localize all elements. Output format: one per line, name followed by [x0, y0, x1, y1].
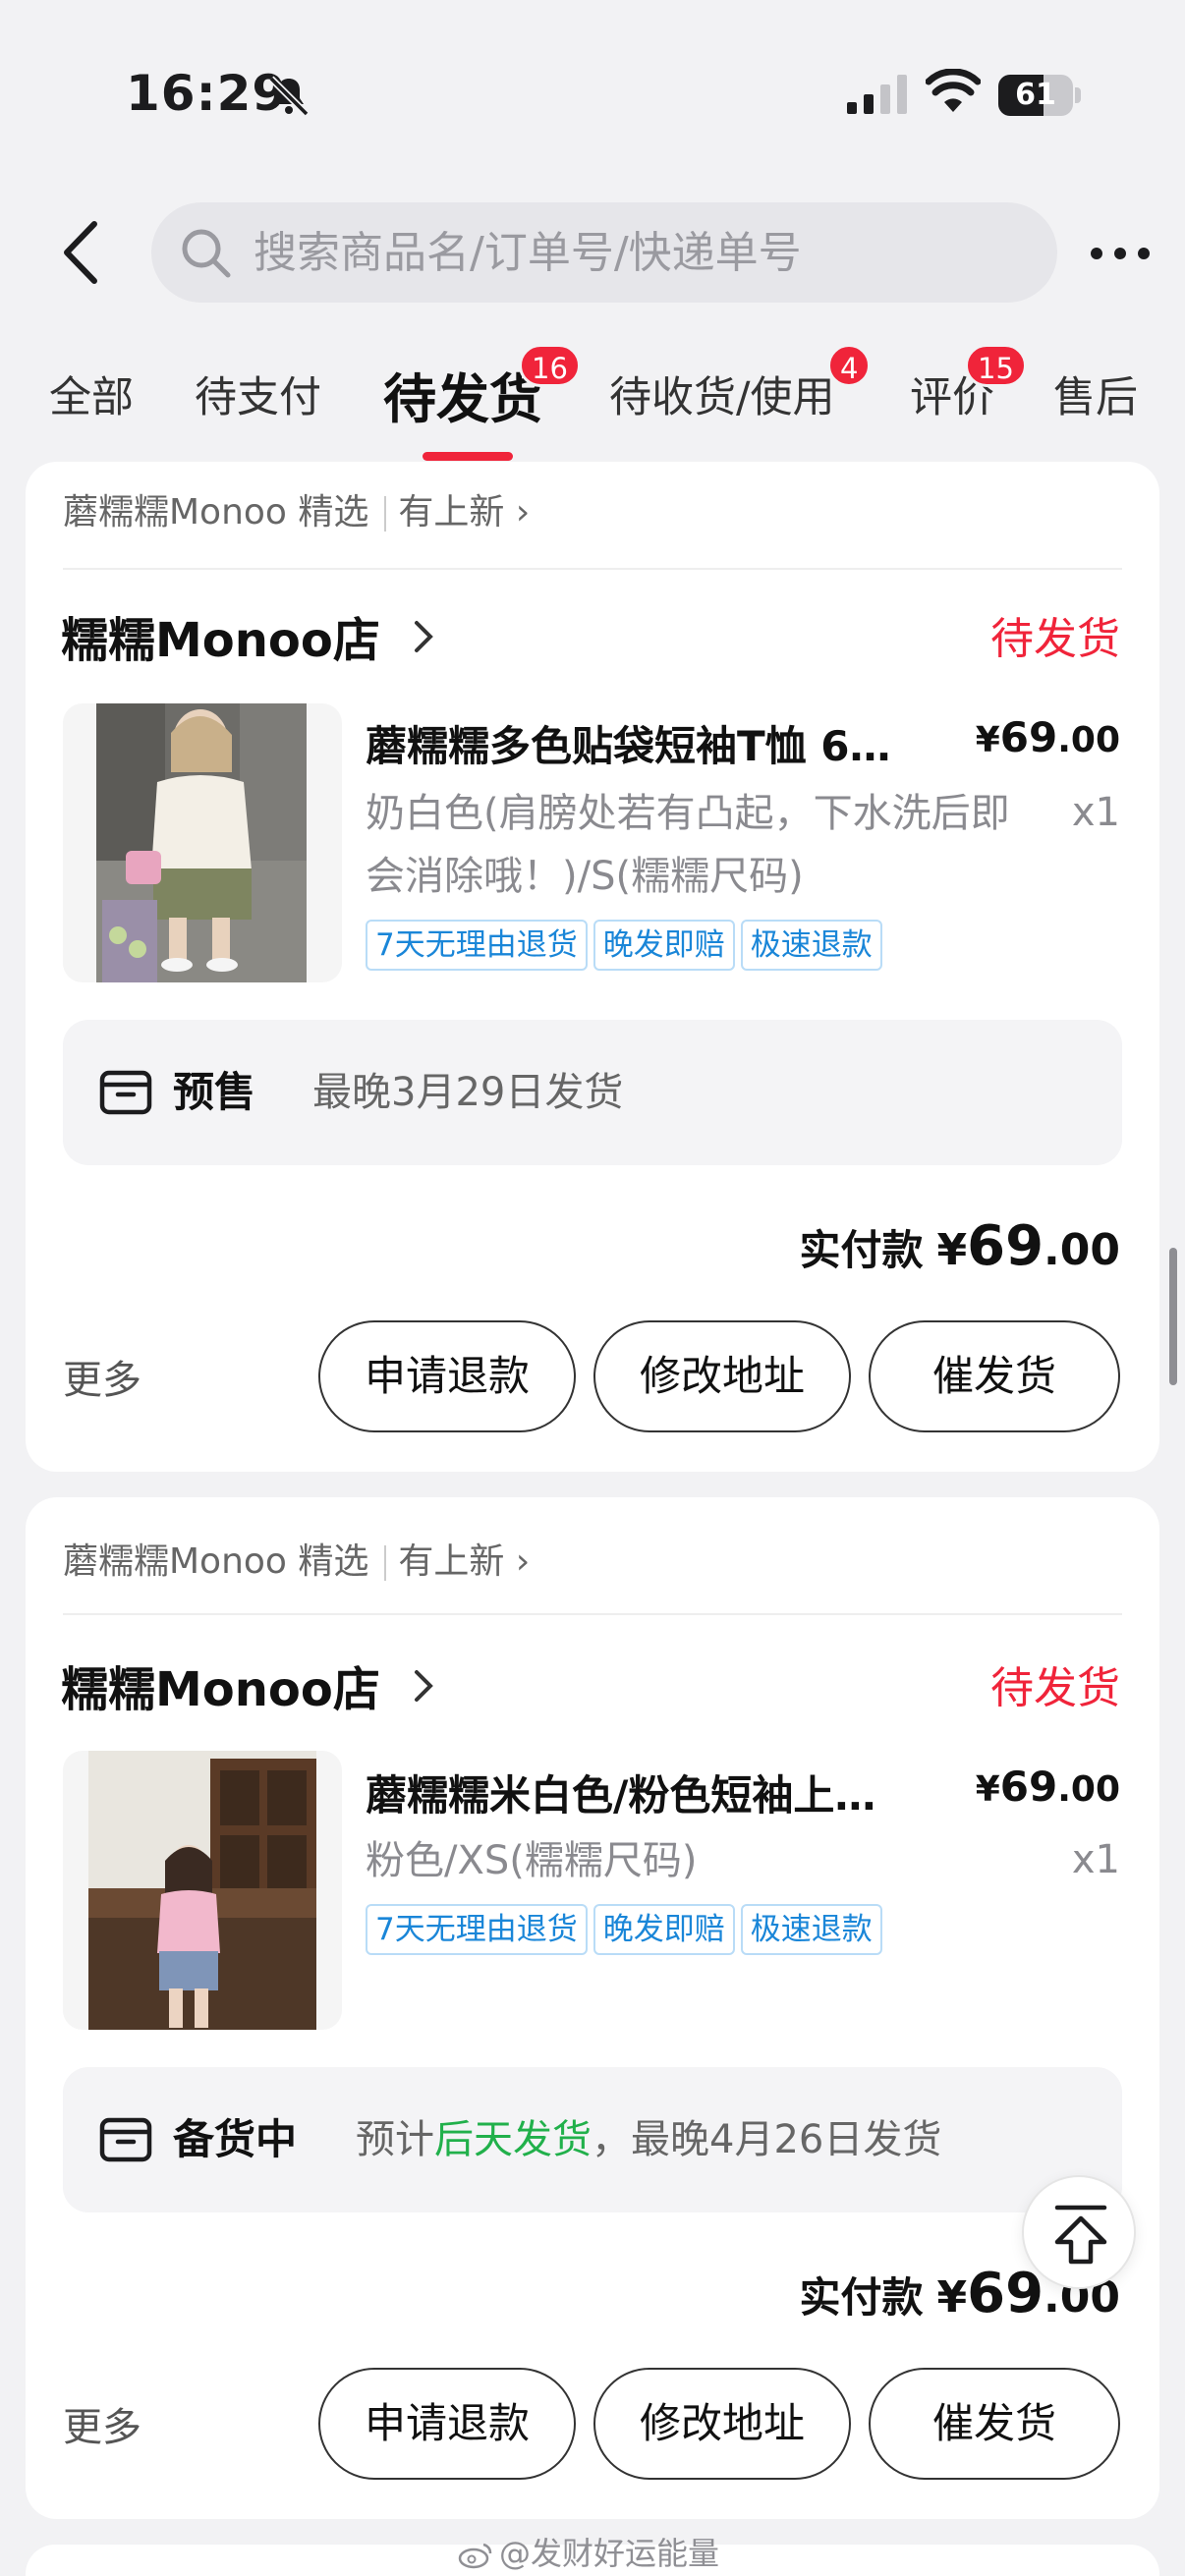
cellular-signal-icon — [847, 75, 907, 114]
service-tag: 极速退款 — [740, 1904, 882, 1955]
price-integer: 69 — [999, 1763, 1058, 1811]
tab-badge-reviews: 15 — [965, 344, 1027, 387]
shipping-info: 预售 最晚3月29日发货 — [63, 1020, 1122, 1165]
service-tag: 极速退款 — [740, 920, 882, 971]
service-tags: 7天无理由退货 晚发即赔 极速退款 — [366, 920, 888, 971]
brand-line[interactable]: 蘑糯糯Monoo 精选 有上新 › — [63, 1533, 530, 1584]
product-title[interactable]: 蘑糯糯多色贴袋短袖T恤 6… — [366, 713, 965, 773]
divider — [63, 1613, 1122, 1615]
total-currency: ¥ — [936, 2272, 968, 2323]
service-tag: 7天无理由退货 — [366, 920, 588, 971]
back-chevron-icon[interactable] — [57, 218, 106, 287]
shipping-info: 备货中 预计后天发货，最晚4月26日发货 — [63, 2067, 1122, 2212]
more-options-icon[interactable] — [1089, 246, 1152, 261]
bell-muted-icon — [268, 76, 310, 117]
shipping-text-highlight: 后天发货 — [434, 2117, 592, 2162]
shipping-label: 预售 — [173, 1068, 256, 1116]
total-currency: ¥ — [936, 1225, 968, 1275]
shop-name[interactable]: 糯糯Monoo店 — [61, 1651, 380, 1719]
active-tab-indicator — [423, 452, 513, 461]
divider — [63, 568, 1122, 570]
product-photo-icon — [88, 1751, 316, 2030]
chevron-right-icon[interactable] — [411, 1666, 436, 1706]
new-arrivals-link[interactable]: 有上新 — [398, 1541, 504, 1582]
price-decimal: .00 — [1057, 1769, 1120, 1810]
tab-all[interactable]: 全部 — [49, 364, 134, 424]
shipping-text-main: 最晚3月29日发货 — [312, 1070, 624, 1115]
change-address-button[interactable]: 修改地址 — [593, 1320, 851, 1432]
order-status: 待发货 — [990, 1663, 1120, 1713]
status-bar: 16:29 61 — [0, 0, 1185, 187]
product-price: ¥69.00 — [976, 713, 1120, 761]
shipping-text: 最晚3月29日发货 — [312, 1020, 623, 1165]
product-sku: 粉色/XS(糯糯尺码) — [366, 1838, 698, 1883]
request-refund-button[interactable]: 申请退款 — [318, 1320, 576, 1432]
shipping-text-tail: ，最晚4月26日发货 — [592, 2117, 942, 2162]
tab-badge-pending-shipment: 16 — [519, 344, 581, 387]
watermark: @发财好运能量 — [458, 2529, 719, 2574]
brand-name: 蘑糯糯Monoo 精选 — [63, 492, 369, 532]
brand-line[interactable]: 蘑糯糯Monoo 精选 有上新 › — [63, 483, 530, 534]
more-actions[interactable]: 更多 — [63, 1348, 141, 1405]
chevron-right-icon: › — [504, 492, 531, 532]
product-image[interactable] — [63, 703, 342, 982]
product-quantity: x1 — [1071, 1837, 1120, 1882]
order-card[interactable]: 蘑糯糯Monoo 精选 有上新 › 糯糯Monoo店 待发货 蘑糯糯多色贴袋短袖T… — [26, 462, 1159, 1472]
price-currency: ¥ — [975, 1769, 1000, 1810]
price-decimal: .00 — [1057, 720, 1120, 760]
more-actions[interactable]: 更多 — [63, 2395, 141, 2452]
price-integer: 69 — [999, 713, 1058, 761]
order-tabs: 全部 待支付 待发货 16 待收货/使用 4 评价 15 售后 — [0, 334, 1185, 462]
scrollbar[interactable] — [1169, 1248, 1177, 1385]
search-bar[interactable] — [151, 202, 1057, 303]
battery-indicator: 61 — [998, 75, 1081, 116]
tab-badge-pending-receipt: 4 — [827, 344, 872, 387]
service-tag: 晚发即赔 — [592, 1904, 735, 1955]
urge-shipment-button[interactable]: 催发货 — [869, 2368, 1120, 2480]
request-refund-button[interactable]: 申请退款 — [318, 2368, 576, 2480]
tab-pending-payment[interactable]: 待支付 — [195, 364, 321, 424]
shipping-label: 备货中 — [173, 2115, 298, 2163]
shipping-text-main: 预计 — [356, 2117, 434, 2162]
change-address-button[interactable]: 修改地址 — [593, 2368, 851, 2480]
order-total: 实付款 ¥69.00 — [799, 1214, 1120, 1278]
total-integer: 69 — [967, 1214, 1044, 1278]
battery-percent: 61 — [1015, 78, 1056, 112]
chevron-right-icon: › — [504, 1541, 531, 1582]
shipping-text: 预计后天发货，最晚4月26日发货 — [356, 2067, 941, 2212]
product-photo-icon — [96, 703, 307, 982]
status-time: 16:29 — [126, 65, 288, 122]
back-to-top-button[interactable] — [1022, 2175, 1136, 2289]
watermark-text: @发财好运能量 — [499, 2535, 720, 2572]
search-icon — [182, 229, 231, 278]
service-tag: 晚发即赔 — [592, 920, 735, 971]
product-price: ¥69.00 — [976, 1763, 1120, 1811]
package-icon — [99, 1070, 152, 1115]
shop-name[interactable]: 糯糯Monoo店 — [61, 601, 380, 670]
search-input[interactable] — [254, 202, 1020, 303]
tab-pending-receipt[interactable]: 待收货/使用 — [609, 364, 835, 424]
order-status: 待发货 — [990, 614, 1120, 664]
product-sku: 奶白色(肩膀处若有凸起，下水洗后即会消除哦！)/S(糯糯尺码) — [366, 791, 1010, 899]
service-tags: 7天无理由退货 晚发即赔 极速退款 — [366, 1904, 888, 1955]
urge-shipment-button[interactable]: 催发货 — [869, 1320, 1120, 1432]
price-currency: ¥ — [975, 720, 1000, 760]
wifi-icon — [926, 69, 981, 112]
chevron-right-icon[interactable] — [411, 617, 436, 656]
product-quantity: x1 — [1071, 790, 1120, 835]
package-icon — [99, 2117, 152, 2162]
brand-name: 蘑糯糯Monoo 精选 — [63, 1541, 369, 1582]
product-image[interactable] — [63, 1751, 342, 2030]
total-label: 实付款 — [799, 2273, 924, 2322]
service-tag: 7天无理由退货 — [366, 1904, 588, 1955]
weibo-logo-icon — [458, 2543, 492, 2569]
total-label: 实付款 — [799, 1226, 924, 1274]
new-arrivals-link[interactable]: 有上新 — [398, 492, 504, 532]
arrow-up-to-top-icon — [1054, 2205, 1107, 2265]
product-title[interactable]: 蘑糯糯米白色/粉色短袖上… — [366, 1763, 965, 1822]
total-decimal: .00 — [1044, 1225, 1120, 1275]
order-card[interactable]: 蘑糯糯Monoo 精选 有上新 › 糯糯Monoo店 待发货 蘑糯糯米白色/粉色短… — [26, 1497, 1159, 2519]
total-integer: 69 — [967, 2262, 1044, 2325]
tab-after-sales[interactable]: 售后 — [1053, 364, 1138, 424]
